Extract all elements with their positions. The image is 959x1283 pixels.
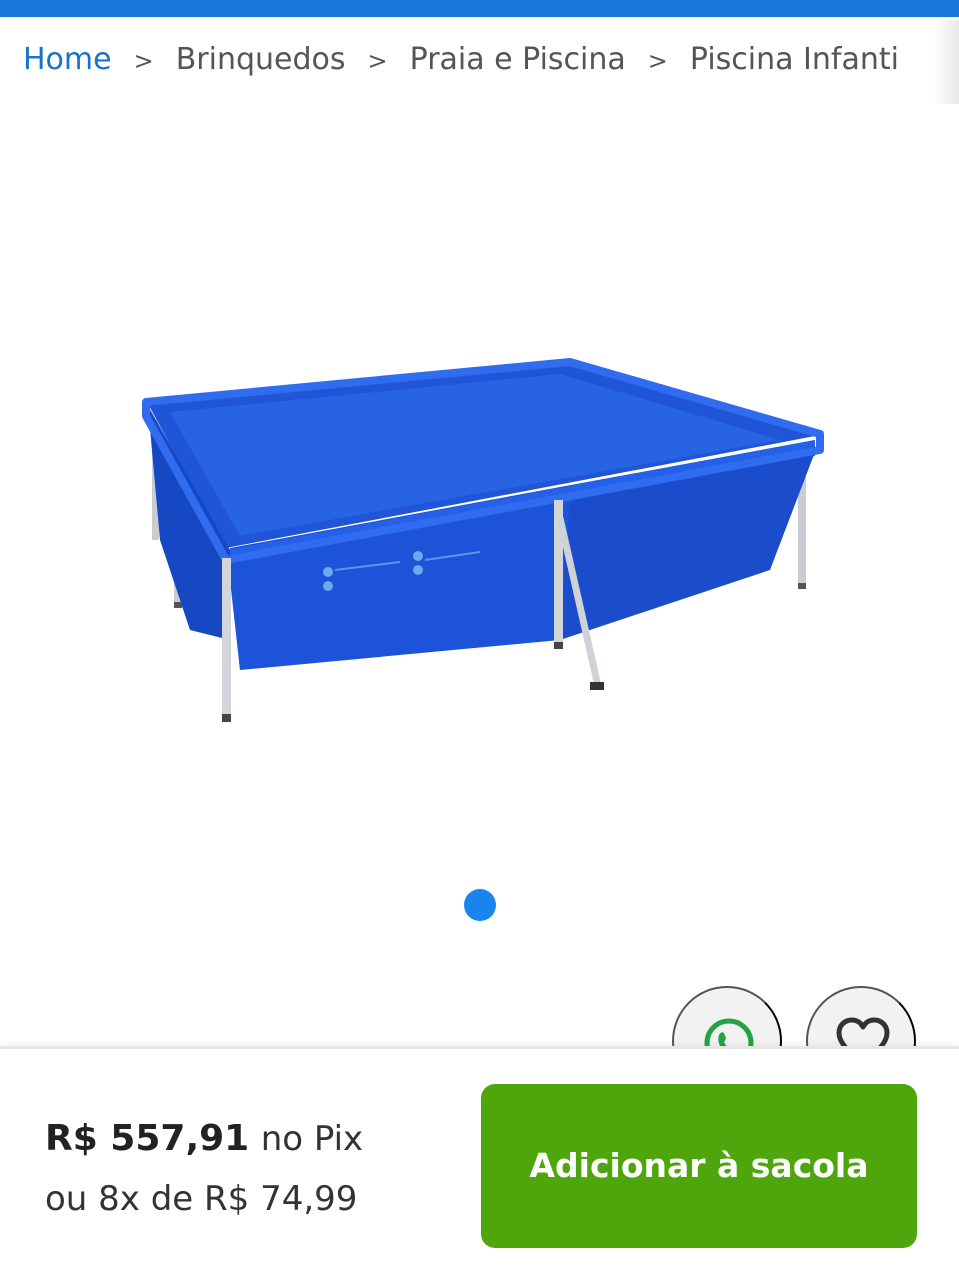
breadcrumb-piscina-infantil-link[interactable]: Piscina Infanti xyxy=(690,40,899,80)
price-payment-method: no Pix xyxy=(260,1119,364,1159)
pool-illustration xyxy=(142,358,824,722)
pix-price: R$ 557,91 no Pix xyxy=(45,1117,363,1161)
top-accent-bar xyxy=(0,0,959,17)
breadcrumb-home-link[interactable]: Home xyxy=(23,40,112,80)
breadcrumb-brinquedos-link[interactable]: Brinquedos xyxy=(176,40,346,80)
breadcrumb: Home > Brinquedos > Praia e Piscina > Piscina … xyxy=(23,40,959,84)
add-to-bag-button[interactable]: Adicionar à sacola xyxy=(481,1084,917,1248)
installment-price: ou 8x de R$ 74,99 xyxy=(45,1179,358,1219)
carousel-dot-active[interactable] xyxy=(464,889,496,921)
price-value: R$ 557,91 xyxy=(45,1118,250,1159)
breadcrumb-scroll-fade xyxy=(933,20,959,104)
breadcrumb-praia-piscina-link[interactable]: Praia e Piscina xyxy=(410,40,626,80)
product-image[interactable] xyxy=(130,340,830,740)
breadcrumb-separator: > xyxy=(133,47,154,75)
breadcrumb-separator: > xyxy=(647,47,668,75)
breadcrumb-separator: > xyxy=(367,47,388,75)
